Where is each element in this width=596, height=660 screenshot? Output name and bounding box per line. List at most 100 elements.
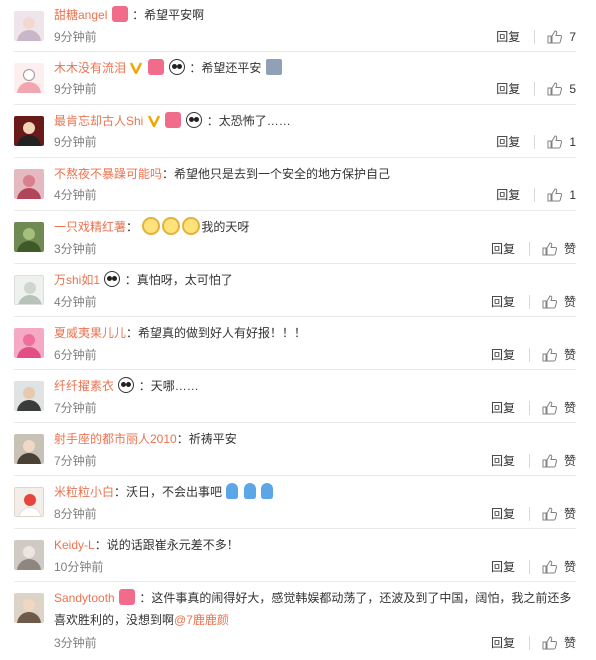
like-button[interactable]: 7 <box>547 29 576 45</box>
reply-button[interactable]: 回复 <box>496 81 520 97</box>
avatar[interactable] <box>14 11 44 41</box>
reply-button[interactable]: 回复 <box>491 294 515 310</box>
thumbs-up-icon <box>542 401 557 415</box>
heart-badge-icon <box>111 6 128 22</box>
comment-item: 木木没有流泪 ：希望还平安 9分钟前 回复 5 <box>14 52 576 105</box>
divider <box>528 507 530 521</box>
reply-button[interactable]: 回复 <box>491 635 515 651</box>
like-button[interactable]: 1 <box>547 134 576 150</box>
like-button[interactable]: 赞 <box>542 294 576 310</box>
thumbs-up-icon <box>547 135 563 149</box>
divider <box>534 82 536 96</box>
comment-item: 射手座的都市丽人2010：祈祷平安 7分钟前 回复 赞 <box>14 423 576 476</box>
like-button[interactable]: 赞 <box>542 559 576 575</box>
comment-username[interactable]: 不熬夜不暴躁可能吗 <box>54 167 162 181</box>
like-count: 赞 <box>563 295 576 309</box>
avatar[interactable] <box>14 275 44 305</box>
like-count: 赞 <box>563 401 576 415</box>
like-count: 赞 <box>563 242 576 256</box>
comment-username[interactable]: 夏威夷果儿儿 <box>54 326 126 340</box>
like-count: 5 <box>569 82 576 96</box>
comment-time: 7分钟前 <box>54 454 97 468</box>
like-count: 赞 <box>563 454 576 468</box>
comment-username[interactable]: 最肯忘却古人Shi <box>54 114 143 128</box>
avatar[interactable] <box>14 116 44 146</box>
heart-emoji-icon <box>119 589 136 605</box>
surprised-emoji-icon <box>182 217 201 235</box>
comment-username[interactable]: 射手座的都市丽人2010 <box>54 432 177 446</box>
thumbs-up-icon <box>542 636 557 650</box>
surprised-emoji-icon <box>162 217 181 235</box>
mention-link[interactable]: @7鹿鹿颜 <box>174 613 229 627</box>
like-button[interactable]: 5 <box>547 81 576 97</box>
comment-username[interactable]: Sandytooth <box>54 591 115 605</box>
avatar[interactable] <box>14 381 44 411</box>
like-button[interactable]: 赞 <box>542 635 576 651</box>
avatar[interactable] <box>14 328 44 358</box>
comment-time: 7分钟前 <box>54 401 97 415</box>
pray-emoji-icon <box>243 483 256 499</box>
avatar[interactable] <box>14 434 44 464</box>
like-button[interactable]: 赞 <box>542 347 576 363</box>
comment-username[interactable]: 木木没有流泪 <box>54 61 126 75</box>
comment-item: Sandytooth ：这件事真的闹得好大，感觉韩娱都动荡了，还波及到了中国，阔… <box>14 582 576 658</box>
comment-time: 3分钟前 <box>54 242 97 256</box>
comment-time: 4分钟前 <box>54 295 97 309</box>
comment-text: ：真怕呀，太可怕了 <box>124 273 233 287</box>
divider <box>534 30 536 44</box>
reply-button[interactable]: 回复 <box>491 400 515 416</box>
thumbs-up-icon <box>542 560 557 574</box>
comment-username[interactable]: 一只戏精红薯 <box>54 220 126 234</box>
like-button[interactable]: 赞 <box>542 241 576 257</box>
pray-emoji-icon <box>226 483 239 499</box>
reply-button[interactable]: 回复 <box>491 347 515 363</box>
comment-username[interactable]: 米粒粒小白 <box>54 485 114 499</box>
comment-item: 万shi如1 ：真怕呀，太可怕了 4分钟前 回复 赞 <box>14 264 576 317</box>
like-count: 赞 <box>563 560 576 574</box>
comment-username[interactable]: Keidy-L <box>54 538 95 552</box>
like-button[interactable]: 赞 <box>542 453 576 469</box>
comment-username[interactable]: 甜糖angel <box>54 8 107 22</box>
panda-emoji-icon <box>186 112 203 128</box>
thumbs-up-icon <box>547 188 563 202</box>
avatar[interactable] <box>14 222 44 252</box>
comment-username[interactable]: 纤纤擢素衣 <box>54 379 114 393</box>
reply-button[interactable]: 回复 <box>496 29 520 45</box>
like-button[interactable]: 赞 <box>542 400 576 416</box>
comment-text: ：希望还平安 <box>189 61 262 75</box>
comment-username[interactable]: 万shi如1 <box>54 273 100 287</box>
comment-time: 6分钟前 <box>54 348 97 362</box>
panda-emoji-icon <box>169 59 186 75</box>
comment-time: 9分钟前 <box>54 82 97 96</box>
comment-item: 不熬夜不暴躁可能吗：希望他只是去到一个安全的地方保护自己 4分钟前 回复 1 <box>14 158 576 211</box>
avatar[interactable] <box>14 487 44 517</box>
comment-text: ：太恐怖了…… <box>206 114 291 128</box>
comment-text: ：祈祷平安 <box>176 432 237 446</box>
divider <box>528 454 530 468</box>
divider <box>528 401 530 415</box>
divider <box>528 636 530 650</box>
like-count: 1 <box>569 188 576 202</box>
thumbs-up-icon <box>542 295 557 309</box>
divider <box>534 188 536 202</box>
like-button[interactable]: 1 <box>547 187 576 203</box>
panda-emoji-icon <box>118 377 135 393</box>
comment-item: 夏威夷果儿儿：希望真的做到好人有好报！！！ 6分钟前 回复 赞 <box>14 317 576 370</box>
like-count: 赞 <box>563 636 576 650</box>
avatar[interactable] <box>14 63 44 93</box>
avatar[interactable] <box>14 169 44 199</box>
comment-item: Keidy-L：说的话跟崔永元差不多！ 10分钟前 回复 赞 <box>14 529 576 582</box>
comment-text-2: 我的天呀 <box>201 220 250 234</box>
reply-button[interactable]: 回复 <box>491 506 515 522</box>
divider <box>528 295 530 309</box>
comment-time: 8分钟前 <box>54 507 97 521</box>
divider <box>534 135 536 149</box>
avatar[interactable] <box>14 593 44 623</box>
reply-button[interactable]: 回复 <box>496 187 520 203</box>
like-button[interactable]: 赞 <box>542 506 576 522</box>
avatar[interactable] <box>14 540 44 570</box>
reply-button[interactable]: 回复 <box>491 241 515 257</box>
reply-button[interactable]: 回复 <box>491 453 515 469</box>
reply-button[interactable]: 回复 <box>491 559 515 575</box>
reply-button[interactable]: 回复 <box>496 134 520 150</box>
